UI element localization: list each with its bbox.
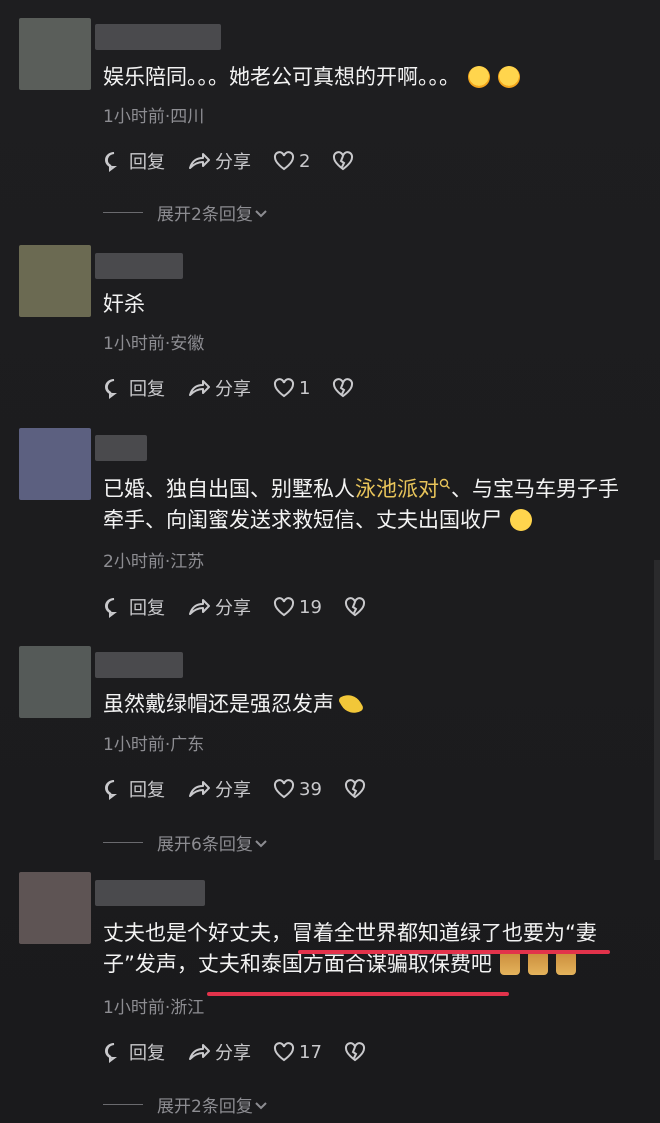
comment-page: 娱乐陪同。。。她老公可真想的开啊。。。 1小时前·四川 回复 分享 2 展开2条… [0, 0, 660, 1123]
comment-text: 虽然戴绿帽还是强忍发声 [103, 689, 636, 720]
reply-bubble-icon [105, 1043, 117, 1063]
username-blurred[interactable] [95, 24, 221, 50]
red-underline [207, 992, 509, 996]
dislike-broken-heart-icon [333, 378, 354, 398]
comment-meta: 1小时前·安徽 [103, 334, 205, 354]
smile-emoji [510, 509, 532, 531]
like-heart-icon [273, 597, 295, 617]
share-arrow-icon [189, 380, 210, 396]
red-underline [298, 950, 610, 954]
comment-actions: 回复 分享 17 [103, 1038, 392, 1066]
comment-text-line: 已婚、独自出国、别墅私人泳池派对 、与宝马车男子手 [103, 477, 619, 501]
like-button[interactable]: 19 [273, 597, 322, 618]
username-blurred[interactable] [95, 880, 205, 906]
comment-text: 娱乐陪同。。。她老公可真想的开啊。。。 [103, 62, 636, 93]
comment-text: 已婚、独自出国、别墅私人泳池派对 、与宝马车男子手 牵手、向闺蜜发送求救短信、丈夫… [103, 474, 636, 536]
share-arrow-icon [189, 599, 210, 615]
username-blurred[interactable] [95, 253, 183, 279]
search-icon[interactable] [439, 478, 451, 490]
like-heart-icon [273, 779, 295, 799]
dislike-button[interactable] [344, 597, 370, 617]
share-arrow-icon [189, 781, 210, 797]
share-button[interactable]: 分享 [187, 594, 251, 620]
comment-actions: 回复 分享 19 [103, 593, 392, 621]
reply-bubble-icon [105, 152, 117, 172]
comment-text: 丈夫也是个好丈夫，冒着全世界都知道绿了也要为“妻 子”发声，丈夫和泰国方面合谋骗… [103, 918, 636, 980]
like-button[interactable]: 39 [273, 779, 322, 800]
share-button[interactable]: 分享 [187, 148, 251, 174]
divider [103, 212, 143, 213]
cat-emoji [555, 951, 576, 975]
reply-button[interactable]: 回复 [103, 1039, 165, 1065]
share-arrow-icon [189, 153, 210, 169]
share-button[interactable]: 分享 [187, 375, 251, 401]
chevron-down-icon [255, 839, 267, 847]
chevron-down-icon [255, 209, 267, 217]
hug-emoji [498, 66, 520, 88]
reply-bubble-icon [105, 379, 117, 399]
share-button[interactable]: 分享 [187, 1039, 251, 1065]
expand-replies[interactable]: 展开2条回复 [103, 1092, 269, 1117]
cat-emoji [527, 951, 548, 975]
avatar[interactable] [19, 245, 91, 317]
like-heart-icon [273, 151, 295, 171]
dislike-broken-heart-icon [344, 779, 365, 799]
avatar[interactable] [19, 646, 91, 718]
like-heart-icon [273, 378, 295, 398]
expand-replies[interactable]: 展开6条回复 [103, 830, 269, 855]
comment-actions: 回复 分享 39 [103, 775, 392, 803]
comment-meta: 2小时前·江苏 [103, 552, 205, 572]
share-button[interactable]: 分享 [187, 776, 251, 802]
reply-button[interactable]: 回复 [103, 594, 165, 620]
dislike-broken-heart-icon [344, 597, 365, 617]
username-blurred[interactable] [95, 435, 147, 461]
scroll-edge [654, 560, 660, 860]
comment-text-line: 丈夫也是个好丈夫，冒着全世界都知道绿了也要为“妻 [103, 921, 597, 945]
like-button[interactable]: 17 [273, 1042, 322, 1063]
comment-actions: 回复 分享 2 [103, 147, 380, 175]
reply-button[interactable]: 回复 [103, 776, 165, 802]
comment-text-line: 牵手、向闺蜜发送求救短信、丈夫出国收尸 [103, 505, 636, 536]
dislike-broken-heart-icon [344, 1042, 365, 1062]
like-button[interactable]: 2 [273, 151, 310, 172]
reply-bubble-icon [105, 780, 117, 800]
comment-actions: 回复 分享 1 [103, 374, 380, 402]
cat-emoji [499, 951, 520, 975]
comment-meta: 1小时前·四川 [103, 107, 205, 127]
dislike-button[interactable] [332, 151, 358, 171]
dislike-broken-heart-icon [333, 151, 354, 171]
reply-bubble-icon [105, 598, 117, 618]
highlight-link[interactable]: 泳池派对 [355, 477, 439, 501]
divider [103, 842, 143, 843]
dislike-button[interactable] [332, 378, 358, 398]
like-button[interactable]: 1 [273, 378, 310, 399]
share-arrow-icon [189, 1044, 210, 1060]
comment-meta: 1小时前·广东 [103, 735, 205, 755]
avatar[interactable] [19, 872, 91, 944]
username-blurred[interactable] [95, 652, 183, 678]
comment-meta: 1小时前·浙江 [103, 998, 205, 1018]
like-heart-icon [273, 1042, 295, 1062]
chevron-down-icon [255, 1101, 267, 1109]
expand-replies[interactable]: 展开2条回复 [103, 200, 269, 225]
praying-emoji [337, 689, 365, 719]
avatar[interactable] [19, 18, 91, 90]
avatar[interactable] [19, 428, 91, 500]
reply-button[interactable]: 回复 [103, 148, 165, 174]
dislike-button[interactable] [344, 1042, 370, 1062]
divider [103, 1104, 143, 1105]
reply-button[interactable]: 回复 [103, 375, 165, 401]
comment-text: 奸杀 [103, 292, 145, 316]
dislike-button[interactable] [344, 779, 370, 799]
hug-emoji [468, 66, 490, 88]
